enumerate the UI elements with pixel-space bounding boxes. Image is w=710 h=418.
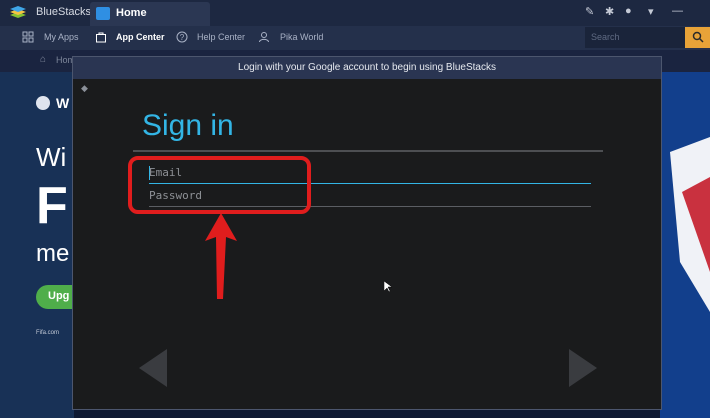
nav-help-center[interactable]: Help Center: [197, 32, 245, 42]
home-icon: [96, 7, 110, 20]
user-icon: [259, 32, 269, 43]
bg-heading-f: F: [36, 177, 68, 235]
tab-home-label: Home: [116, 7, 147, 19]
corner-icon: ◆: [81, 83, 88, 93]
next-arrow-icon[interactable]: [567, 347, 599, 389]
grid-icon: [22, 31, 34, 43]
search-button[interactable]: [685, 27, 710, 48]
pin-icon[interactable]: ✎: [585, 5, 594, 18]
record-icon[interactable]: ●: [625, 5, 632, 17]
upgrade-label: Upg: [48, 290, 70, 302]
mouse-pointer-icon: [384, 281, 392, 293]
highlight-box: [128, 156, 311, 214]
svg-text:?: ?: [180, 33, 185, 42]
title-divider: [133, 150, 603, 152]
tab-home[interactable]: Home: [90, 2, 210, 26]
sign-in-dialog: Login with your Google account to begin …: [72, 56, 662, 410]
menu-icon[interactable]: ▾: [648, 5, 654, 18]
bag-icon: [96, 32, 106, 43]
banner-graphic: [670, 137, 710, 312]
red-arrow-icon: [205, 213, 237, 299]
bg-heading-me: me: [36, 240, 70, 267]
bg-heading-wi: Wi: [36, 142, 67, 172]
back-arrow-icon[interactable]: [137, 347, 169, 389]
upgrade-button[interactable]: Upg: [36, 285, 76, 309]
dialog-header: Login with your Google account to begin …: [73, 57, 661, 79]
background-page-left: W Wi F me Fifa.com: [0, 72, 74, 418]
bluestacks-logo-icon: [10, 6, 26, 18]
app-name: BlueStacks: [36, 6, 92, 18]
bg-heading-w: W: [56, 95, 70, 111]
title-bar: BlueStacks Home ✎ ✱ ● ▾ —: [0, 0, 710, 26]
background-page-right: [660, 72, 710, 418]
nav-pika-world[interactable]: Pika World: [280, 32, 323, 42]
search-placeholder: Search: [591, 32, 620, 42]
dialog-message: Login with your Google account to begin …: [238, 62, 496, 73]
nav-my-apps[interactable]: My Apps: [44, 32, 79, 42]
nav-app-center[interactable]: App Center: [116, 32, 165, 42]
ball-icon: [36, 96, 50, 110]
search-input[interactable]: Search: [585, 27, 685, 48]
minimize-icon[interactable]: —: [672, 5, 683, 17]
help-icon: ?: [176, 31, 188, 43]
sign-in-title: Sign in: [142, 109, 234, 142]
settings-icon[interactable]: ✱: [605, 5, 614, 18]
breadcrumb-home-icon: ⌂: [40, 54, 47, 65]
bg-fifa-text: Fifa.com: [36, 330, 60, 336]
search-icon: [692, 31, 704, 43]
